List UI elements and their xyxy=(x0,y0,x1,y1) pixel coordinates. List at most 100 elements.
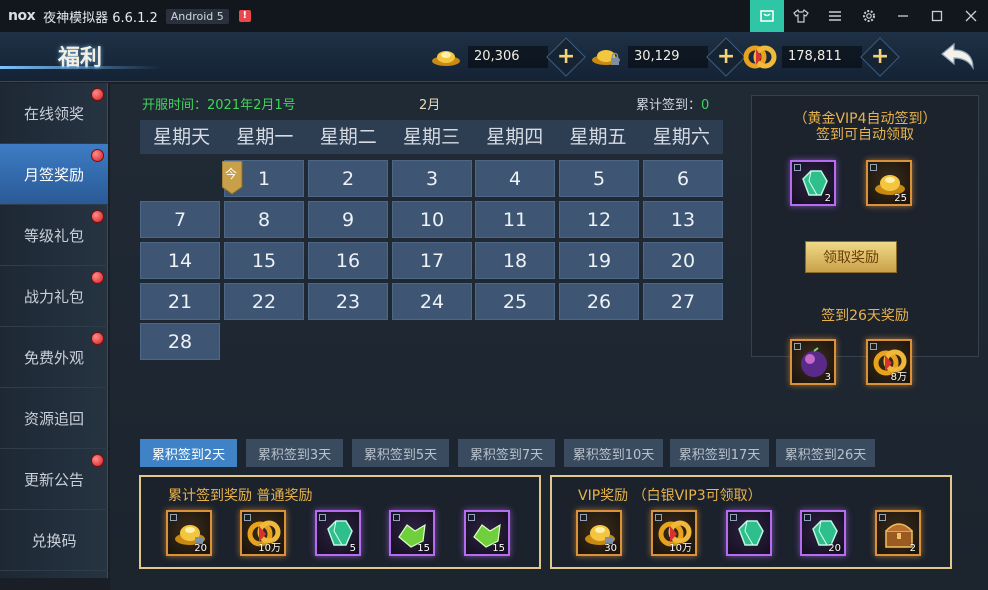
title-underline xyxy=(0,66,160,69)
reward-count: 10万 xyxy=(258,543,281,554)
gold-ingot-icon xyxy=(428,45,464,69)
tab-signin-7[interactable]: 累积签到7天 xyxy=(458,439,555,467)
calendar-day[interactable]: 27 xyxy=(643,283,723,320)
add-coins-button[interactable]: + xyxy=(860,37,900,77)
reward-slot[interactable]: 20 xyxy=(800,510,846,556)
calendar-day[interactable]: 7 xyxy=(140,201,220,238)
weekday-label: 星期天 xyxy=(153,126,211,148)
sidebar-item-update-notice[interactable]: 更新公告 xyxy=(0,449,108,510)
reward-slot[interactable]: 3 xyxy=(790,339,836,385)
minimize-icon[interactable] xyxy=(886,0,920,32)
reward-slot[interactable]: 30 xyxy=(576,510,622,556)
sidebar-item-online-reward[interactable]: 在线领奖 xyxy=(0,83,108,144)
back-button[interactable] xyxy=(938,38,978,76)
reward-count: 15 xyxy=(492,543,505,554)
add-gold-button[interactable]: + xyxy=(546,37,586,77)
close-icon[interactable] xyxy=(954,0,988,32)
calendar-day[interactable]: 14 xyxy=(140,242,220,279)
reward-slot[interactable]: 10万 xyxy=(651,510,697,556)
alert-icon[interactable]: ! xyxy=(238,10,251,22)
reward-slot[interactable]: 5 xyxy=(315,510,361,556)
tab-signin-3[interactable]: 累积签到3天 xyxy=(246,439,343,467)
calendar-day[interactable]: 10 xyxy=(392,201,472,238)
tab-signin-26[interactable]: 累积签到26天 xyxy=(776,439,875,467)
calendar-day[interactable]: 12 xyxy=(559,201,639,238)
weekday-label: 星期六 xyxy=(652,126,710,148)
reward-count: 8万 xyxy=(890,372,907,383)
nox-logo: nox xyxy=(8,8,36,24)
reward-slot[interactable]: 15 xyxy=(389,510,435,556)
vip-panel-line2: 签到可自动领取 xyxy=(816,127,914,143)
calendar-day[interactable]: 2 xyxy=(308,160,388,197)
calendar-day[interactable]: 23 xyxy=(308,283,388,320)
bound-gold-value: 30,129 xyxy=(628,46,708,68)
calendar-day[interactable]: 15 xyxy=(224,242,304,279)
calendar-day[interactable]: 4 xyxy=(475,160,555,197)
sidebar-item-power-gift[interactable]: 战力礼包 xyxy=(0,266,108,327)
calendar-day[interactable]: 28 xyxy=(140,323,220,360)
calendar-day[interactable]: 20 xyxy=(643,242,723,279)
currency-gold: 20,306 + xyxy=(428,37,586,77)
calendar-day[interactable]: 3 xyxy=(392,160,472,197)
reward-slot[interactable]: 2 xyxy=(875,510,921,556)
weekday-label: 星期二 xyxy=(319,126,377,148)
reward-count: 10万 xyxy=(669,543,692,554)
maximize-icon[interactable] xyxy=(920,0,954,32)
reward-slot[interactable]: 10万 xyxy=(240,510,286,556)
reward-slot[interactable]: 15 xyxy=(464,510,510,556)
calendar-day[interactable]: 18 xyxy=(475,242,555,279)
sidebar-item-monthly-signin[interactable]: 月签奖励 xyxy=(0,144,108,205)
weekday-label: 星期五 xyxy=(569,126,627,148)
reward-slot[interactable]: 8万 xyxy=(866,339,912,385)
reward-slot[interactable] xyxy=(726,510,772,556)
calendar-day[interactable]: 13 xyxy=(643,201,723,238)
reward-slot[interactable]: 25 xyxy=(866,160,912,206)
weekday-label: 星期三 xyxy=(402,126,460,148)
tab-signin-2[interactable]: 累积签到2天 xyxy=(140,439,237,467)
sidebar-item-level-gift[interactable]: 等级礼包 xyxy=(0,205,108,266)
calendar-day[interactable]: 24 xyxy=(392,283,472,320)
notification-dot xyxy=(91,271,104,284)
tab-signin-10[interactable]: 累积签到10天 xyxy=(564,439,663,467)
android-version-badge: Android 5 xyxy=(165,8,229,24)
reward-slot[interactable]: 20 xyxy=(166,510,212,556)
claim-reward-button[interactable]: 领取奖励 xyxy=(805,241,897,273)
calendar-day[interactable]: 9 xyxy=(308,201,388,238)
calendar-day[interactable]: 26 xyxy=(559,283,639,320)
calendar-day[interactable]: 25 xyxy=(475,283,555,320)
coin-string-icon xyxy=(742,45,778,69)
sidebar-item-resource-recovery[interactable]: 资源追回 xyxy=(0,388,108,449)
reward-count: 2 xyxy=(909,543,916,554)
add-bound-gold-button[interactable]: + xyxy=(706,37,746,77)
today-tag: 今 xyxy=(221,160,244,195)
reward-count: 5 xyxy=(349,543,356,554)
calendar-day[interactable]: 6 xyxy=(643,160,723,197)
gear-icon[interactable] xyxy=(852,0,886,32)
notification-dot xyxy=(91,454,104,467)
notification-dot xyxy=(91,149,104,162)
tab-signin-5[interactable]: 累积签到5天 xyxy=(352,439,449,467)
reward-count: 15 xyxy=(417,543,430,554)
emulator-title: 夜神模拟器 6.6.1.2 xyxy=(43,10,158,26)
reward-count: 20 xyxy=(194,543,207,554)
calendar-day[interactable]: 8 xyxy=(224,201,304,238)
notification-dot xyxy=(91,88,104,101)
weekday-label: 星期一 xyxy=(236,126,294,148)
reward-slot[interactable]: 2 xyxy=(790,160,836,206)
tab-signin-17[interactable]: 累积签到17天 xyxy=(670,439,769,467)
calendar-day[interactable]: 19 xyxy=(559,242,639,279)
sidebar-item-redeem-code[interactable]: 兑换码 xyxy=(0,510,108,571)
total-signin-count: 0 xyxy=(701,98,710,113)
calendar-day[interactable]: 16 xyxy=(308,242,388,279)
calendar-day[interactable]: 11 xyxy=(475,201,555,238)
shirt-icon[interactable] xyxy=(784,0,818,32)
calendar-day[interactable]: 22 xyxy=(224,283,304,320)
reward-count: 30 xyxy=(604,543,617,554)
store-icon[interactable] xyxy=(750,0,784,32)
sidebar-item-free-appearance[interactable]: 免费外观 xyxy=(0,327,108,388)
calendar-day[interactable]: 17 xyxy=(392,242,472,279)
sidebar: 在线领奖 月签奖励 等级礼包 战力礼包 免费外观 资源追回 更新公告 兑换码 xyxy=(0,83,108,578)
calendar-day[interactable]: 21 xyxy=(140,283,220,320)
menu-icon[interactable] xyxy=(818,0,852,32)
calendar-day[interactable]: 5 xyxy=(559,160,639,197)
